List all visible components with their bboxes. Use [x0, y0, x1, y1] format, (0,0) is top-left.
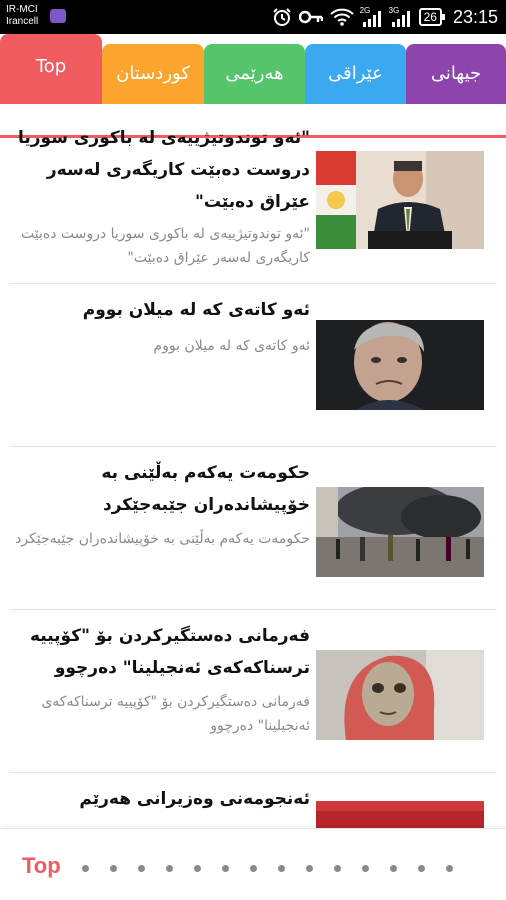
key-icon — [298, 10, 323, 24]
tab-regional[interactable]: هەرێمی — [204, 44, 305, 104]
news-thumbnail[interactable] — [316, 650, 484, 740]
page-dot[interactable] — [250, 865, 257, 872]
page-dot[interactable] — [194, 865, 201, 872]
news-thumbnail[interactable] — [316, 487, 484, 577]
news-thumbnail[interactable] — [316, 801, 484, 828]
news-item[interactable]: ئەنجومەنی وەزیرانی هەرێم — [0, 773, 506, 828]
news-item[interactable]: حکومەت یەکەم بەڵێنی بە خۆپیشاندەران جێبە… — [0, 447, 506, 610]
signal-2-icon: 3G — [388, 6, 412, 27]
tab-top[interactable]: Top — [0, 34, 102, 104]
carrier-name-2: Irancell — [6, 16, 39, 27]
bottom-page-indicator-bar: Top — [0, 828, 506, 900]
news-title[interactable]: فەرمانی دەستگیرکردن بۆ "کۆپییە ترسناکەکە… — [10, 620, 310, 684]
carrier-names: IR-MCI Irancell — [6, 4, 38, 28]
news-title[interactable]: حکومەت یەکەم بەڵێنی بە خۆپیشاندەران جێبە… — [10, 457, 310, 521]
page-dot[interactable] — [334, 865, 341, 872]
wifi-icon — [329, 8, 354, 26]
page-dot[interactable] — [222, 865, 229, 872]
news-thumbnail[interactable] — [316, 151, 484, 249]
page-dot[interactable] — [138, 865, 145, 872]
page-dot[interactable] — [446, 865, 453, 872]
tab-iraq[interactable]: عێراقی — [305, 44, 406, 104]
news-summary: ئەو کاتەی کە لە میلان بووم — [153, 338, 310, 354]
news-list[interactable]: "ئەو توندوتیژییەی لە باکوری سوریا دروست … — [0, 104, 506, 828]
category-tabs: Top کوردستان هەرێمی عێراقی جیهانی — [0, 34, 506, 138]
carrier-name-1: IR-MCI — [6, 4, 38, 15]
page-dot[interactable] — [362, 865, 369, 872]
battery-indicator: 26 — [418, 8, 446, 26]
page-dot[interactable] — [390, 865, 397, 872]
news-title[interactable]: "ئەو توندوتیژییەی لە باکوری سوریا دروست … — [10, 122, 310, 218]
news-title[interactable]: ئەنجومەنی وەزیرانی هەرێم — [10, 783, 310, 815]
page-dot[interactable] — [110, 865, 117, 872]
news-title[interactable]: ئەو کاتەی کە لە میلان بووم — [10, 294, 310, 326]
tab-kurdistan[interactable]: کوردستان — [102, 44, 204, 104]
tab-world[interactable]: جیهانی — [406, 44, 506, 104]
notification-app-icon — [50, 9, 66, 23]
current-page-label[interactable]: Top — [22, 853, 61, 879]
news-thumbnail[interactable] — [316, 320, 484, 410]
page-dot[interactable] — [278, 865, 285, 872]
news-item[interactable]: فەرمانی دەستگیرکردن بۆ "کۆپییە ترسناکەکە… — [0, 610, 506, 773]
page-dot[interactable] — [82, 865, 89, 872]
news-summary: "ئەو توندوتیژییەی لە باکوری سوریا دروست … — [21, 226, 310, 266]
network-type-2: 3G — [388, 6, 400, 15]
page-dot[interactable] — [306, 865, 313, 872]
status-icons: 2G 3G 26 23:15 — [272, 5, 498, 29]
status-bar: IR-MCI Irancell 2G 3G 26 23:15 — [0, 0, 506, 34]
signal-1-icon: 2G — [359, 6, 383, 27]
page-dot[interactable] — [166, 865, 173, 872]
page-dots — [82, 865, 453, 872]
news-item[interactable]: "ئەو توندوتیژییەی لە باکوری سوریا دروست … — [0, 104, 506, 267]
page-dot[interactable] — [418, 865, 425, 872]
news-item[interactable]: ئەو کاتەی کە لە میلان بووم ئەو کاتەی کە … — [0, 284, 506, 447]
network-type-1: 2G — [359, 6, 371, 15]
news-summary: فەرمانی دەستگیرکردن بۆ "کۆپییە ترسناکەکە… — [41, 694, 310, 734]
clock: 23:15 — [452, 6, 498, 27]
news-summary: حکومەت یەکەم بەڵێنی بە خۆپیشاندەران جێبە… — [15, 531, 310, 547]
alarm-clock-icon — [272, 7, 292, 27]
